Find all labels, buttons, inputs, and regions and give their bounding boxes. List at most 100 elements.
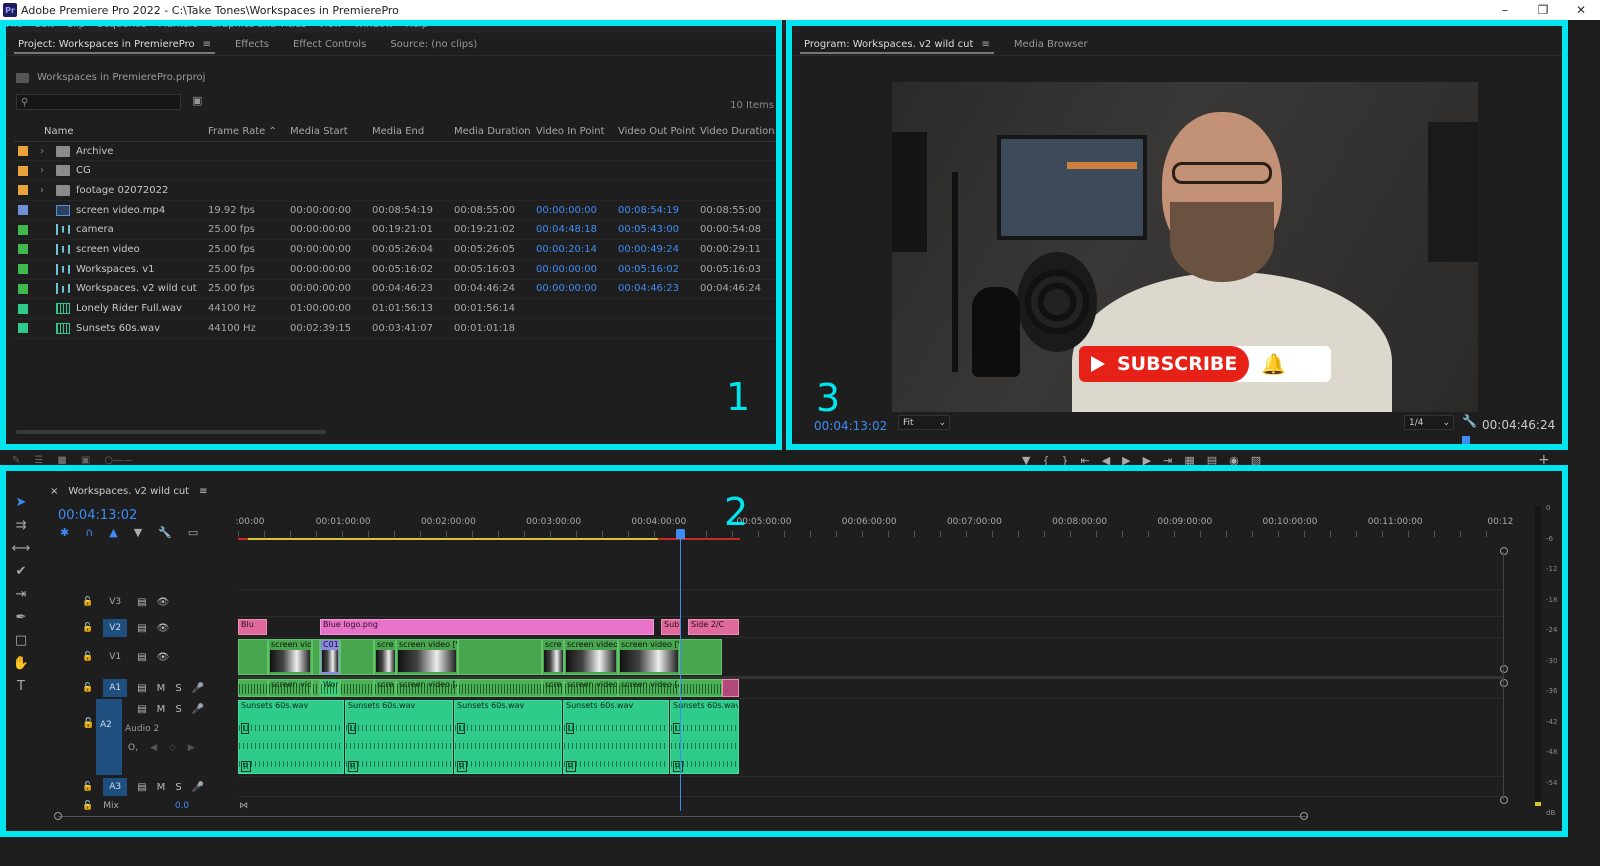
icon-view-icon[interactable]: ■ (57, 455, 66, 466)
col-video-out[interactable]: Video Out Point (612, 126, 695, 137)
extract-icon[interactable]: ▤ (1207, 454, 1217, 467)
a1-clip-11[interactable]: screen video [A] (618, 679, 680, 697)
timeline-horizontal-scrollbar[interactable] (58, 816, 1308, 817)
go-to-out-icon[interactable]: ⇥ (1163, 454, 1172, 467)
twirl-icon[interactable]: › (40, 146, 50, 157)
panel-menu-icon[interactable]: ≡ (203, 39, 211, 50)
label-swatch[interactable] (14, 224, 32, 235)
a1-clip-6[interactable]: scre (374, 679, 396, 697)
ripple-edit-icon[interactable]: ⟷ (12, 541, 31, 556)
project-search-input[interactable]: ⚲ (16, 94, 181, 110)
v2-clip-3[interactable]: Sub (661, 619, 681, 635)
minimize-button[interactable]: – (1486, 0, 1524, 20)
label-swatch[interactable] (14, 264, 32, 275)
lock-icon[interactable]: 🔓 (82, 652, 93, 662)
label-swatch[interactable] (14, 303, 32, 314)
label-swatch[interactable] (14, 185, 32, 196)
compare-icon[interactable]: ▧ (1251, 454, 1261, 467)
mix-end-icon[interactable]: ⋈ (239, 801, 248, 811)
video-in-point[interactable]: 00:00:00:00 (530, 264, 612, 275)
mute-button[interactable]: M (157, 782, 166, 793)
zoom-scroll-handle-left[interactable] (54, 812, 62, 820)
add-button-icon[interactable]: + (1538, 452, 1550, 468)
col-media-start[interactable]: Media Start (284, 126, 366, 137)
rectangle-icon[interactable]: □ (15, 633, 27, 648)
keyframe-toggle-icon[interactable]: O, (128, 743, 138, 753)
linked-selection-icon[interactable]: ▲ (109, 526, 117, 539)
close-icon[interactable]: × (50, 486, 58, 497)
col-media-end[interactable]: Media End (366, 126, 448, 137)
panel-menu-icon[interactable]: ≡ (199, 486, 207, 497)
label-swatch[interactable] (14, 244, 32, 255)
a1-clip-3[interactable] (312, 679, 320, 697)
menu-file[interactable]: File (0, 20, 29, 33)
a2-clip-1[interactable]: Sunsets 60s.wav L R (238, 700, 344, 774)
program-video-frame[interactable]: SUBSCRIBE 🔔 (892, 82, 1478, 412)
zoom-slider-icon[interactable]: ○—— (104, 455, 133, 466)
eye-icon[interactable]: 👁 (157, 597, 170, 608)
vertical-scroll-handle[interactable] (1500, 665, 1508, 673)
eye-icon[interactable]: 👁 (157, 623, 170, 634)
go-to-in-icon[interactable]: ⇤ (1080, 454, 1089, 467)
mix-value[interactable]: 0.0 (175, 801, 189, 811)
program-playhead[interactable] (1462, 436, 1470, 444)
program-timecode[interactable]: 00:04:13:02 (814, 419, 887, 433)
a1-clip-9[interactable]: scre (542, 679, 564, 697)
a1-clip-2[interactable]: screen vide (268, 679, 312, 697)
track-v3-label[interactable]: V3 (103, 593, 127, 611)
sync-lock-icon[interactable]: ▤ (137, 652, 146, 663)
pencil-icon[interactable]: ✎ (12, 455, 20, 466)
nest-icon[interactable]: ✱ (60, 526, 69, 539)
v1-clip-7[interactable]: screen video [V] (396, 639, 458, 675)
step-back-icon[interactable]: ◀ (1102, 454, 1110, 467)
label-swatch[interactable] (14, 165, 32, 176)
solo-button[interactable]: S (175, 704, 181, 715)
tab-program[interactable]: Program: Workspaces. v2 wild cut ≡ (792, 34, 1002, 56)
program-time-ruler[interactable] (812, 439, 1562, 449)
col-video-in[interactable]: Video In Point (530, 126, 612, 137)
table-row[interactable]: Workspaces. v2 wild cut 25.00 fps 00:00:00… (14, 280, 778, 300)
sync-lock-icon[interactable]: ▤ (137, 623, 146, 634)
play-icon[interactable]: ▶ (1122, 454, 1130, 467)
twirl-icon[interactable]: › (40, 165, 50, 176)
a2-clip-3[interactable]: Sunsets 60s.wav L R (454, 700, 562, 774)
a2-clip-4[interactable]: Sunsets 60s.wav L R (563, 700, 669, 774)
out-point-icon[interactable]: } (1061, 454, 1068, 467)
track-a3-label[interactable]: A3 (103, 778, 128, 796)
microphone-icon[interactable]: 🎤 (192, 704, 204, 715)
v1-clip-2[interactable]: screen vide (268, 639, 312, 675)
marker-icon[interactable]: ▼ (1022, 454, 1030, 467)
sync-lock-icon[interactable]: ▤ (137, 704, 146, 715)
table-row[interactable]: › footage 02072022 (14, 181, 778, 201)
lock-icon[interactable]: 🔓 (82, 683, 93, 693)
lift-icon[interactable]: ▦ (1184, 454, 1194, 467)
new-search-bin-icon[interactable]: ▣ (192, 94, 208, 108)
pen-icon[interactable]: ✒ (16, 610, 27, 625)
video-in-point[interactable]: 00:00:00:00 (530, 283, 612, 294)
vertical-scroll-handle[interactable] (1500, 547, 1508, 555)
resolution-select[interactable]: 1/4 ⌄ (1404, 415, 1454, 430)
slip-icon[interactable]: ⇥ (16, 587, 27, 602)
video-in-point[interactable]: 00:04:48:18 (530, 224, 612, 235)
label-swatch[interactable] (14, 205, 32, 216)
timeline-timecode[interactable]: 00:04:13:02 (58, 508, 137, 523)
v1-clip-4[interactable]: C01 (320, 639, 340, 675)
lock-icon[interactable]: 🔓 (82, 597, 93, 607)
list-view-icon[interactable]: ☰ (34, 455, 43, 466)
razor-icon[interactable]: ✔ (16, 564, 27, 579)
freeform-view-icon[interactable]: ▣ (81, 455, 90, 466)
add-keyframe-icon[interactable]: ◇ (169, 743, 176, 753)
a2-clip-2[interactable]: Sunsets 60s.wav L R (345, 700, 453, 774)
tab-project[interactable]: Project: Workspaces in PremierePro ≡ (6, 34, 223, 56)
close-button[interactable]: ✕ (1562, 0, 1600, 20)
menu-markers[interactable]: Markers (152, 20, 204, 33)
lock-icon[interactable]: 🔓 (82, 718, 94, 729)
add-marker-icon[interactable]: ▼ (134, 526, 142, 539)
tab-effects[interactable]: Effects (223, 34, 281, 56)
lock-icon[interactable]: 🔓 (82, 623, 93, 633)
selection-tool-icon[interactable]: ➤ (16, 495, 27, 510)
zoom-select[interactable]: Fit ⌄ (898, 415, 950, 430)
solo-button[interactable]: S (175, 683, 181, 694)
hand-icon[interactable]: ✋ (13, 656, 29, 671)
table-row[interactable]: Sunsets 60s.wav 44100 Hz 00:02:39:15 00:03:… (14, 319, 778, 339)
